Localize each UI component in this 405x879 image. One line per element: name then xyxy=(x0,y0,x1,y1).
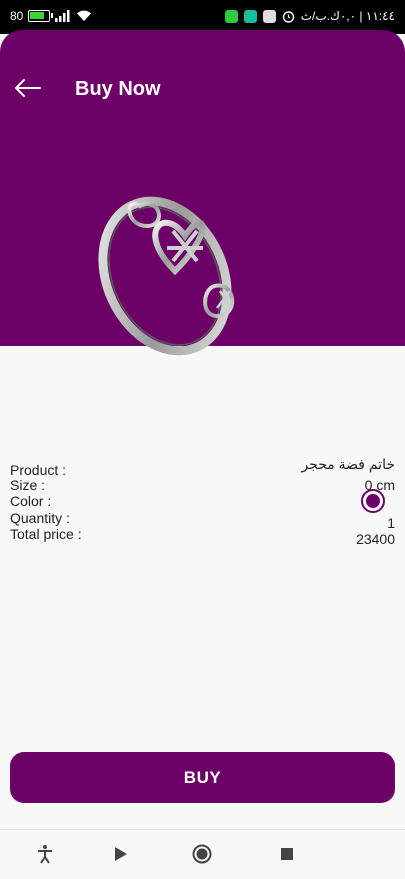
whatsapp-icon xyxy=(224,9,238,23)
battery-percent: 80 xyxy=(10,9,24,23)
detail-row-color: Color : xyxy=(10,489,395,513)
detail-row-product: Product : خاتم فضة محجر xyxy=(10,456,395,478)
home-icon[interactable] xyxy=(192,844,212,864)
page-title: Buy Now xyxy=(75,78,161,100)
arrow-left-icon[interactable] xyxy=(12,74,44,102)
total-price-value: 23400 xyxy=(356,531,395,547)
stop-icon[interactable] xyxy=(277,844,297,864)
wifi-icon xyxy=(77,10,92,21)
order-details: Product : خاتم فضة محجر Size : 0 cm Colo… xyxy=(10,456,395,547)
detail-row-total: Total price : 23400 xyxy=(10,526,395,547)
status-right: ١١:٤٤ | ٠,٠ك.ب/ث xyxy=(224,9,395,23)
quantity-label: Quantity : xyxy=(10,509,70,526)
battery-icon xyxy=(28,10,54,22)
status-left: 80 xyxy=(10,9,92,23)
play-icon[interactable] xyxy=(110,844,130,864)
buy-button[interactable]: BUY xyxy=(10,752,395,803)
total-price-label: Total price : xyxy=(10,526,82,542)
alarm-icon xyxy=(282,10,294,23)
detail-row-size: Size : 0 cm xyxy=(10,477,395,494)
product-value: خاتم فضة محجر xyxy=(301,456,395,472)
app-notification-icon xyxy=(243,9,257,23)
color-label: Color : xyxy=(10,493,52,509)
telegram-icon xyxy=(262,9,276,23)
detail-row-quantity: Quantity : 1 xyxy=(10,509,395,531)
status-time: ١١:٤٤ | ٠,٠ك.ب/ث xyxy=(300,9,395,23)
product-image xyxy=(98,196,235,356)
signal-icon xyxy=(55,10,70,22)
status-bar: 80 ١١:٤٤ | ٠,٠ك.ب/ث xyxy=(0,0,405,34)
navigation-bar xyxy=(0,829,405,879)
accessibility-icon[interactable] xyxy=(35,844,55,864)
size-label: Size : xyxy=(10,476,46,493)
